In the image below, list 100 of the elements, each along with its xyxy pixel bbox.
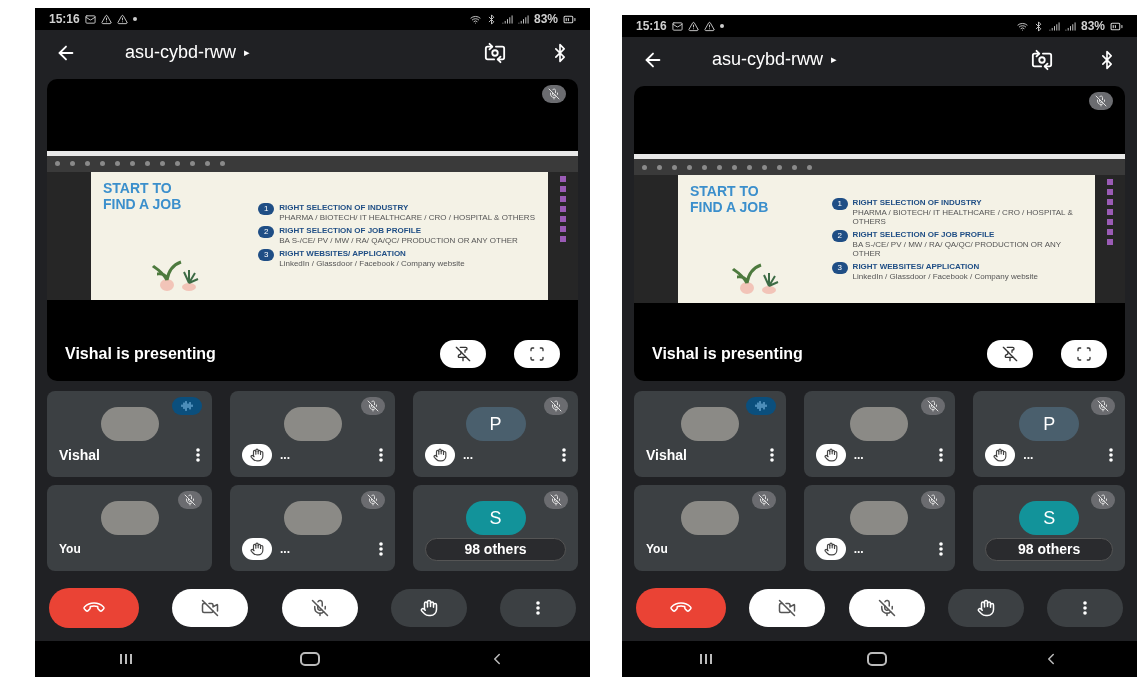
more-options-icon[interactable] (379, 448, 383, 462)
home-icon[interactable] (867, 652, 888, 666)
participant-name: You (59, 541, 82, 558)
end-call-button[interactable] (636, 588, 726, 628)
warning-icon (100, 13, 112, 25)
camera-off-icon (201, 599, 220, 617)
mic-off-icon (927, 400, 940, 412)
fullscreen-button[interactable] (1061, 340, 1107, 368)
switch-camera-icon[interactable] (1031, 48, 1053, 71)
home-icon[interactable] (300, 652, 321, 666)
fullscreen-icon (529, 346, 545, 362)
more-options-icon[interactable] (379, 542, 383, 556)
recent-apps-icon[interactable] (699, 652, 714, 666)
more-options-icon[interactable] (536, 601, 540, 615)
mic-off-icon (1095, 95, 1107, 107)
letter-avatar: S (1019, 501, 1080, 535)
mic-off-icon (1097, 400, 1109, 412)
avatar-photo-placeholder (100, 501, 159, 535)
step-detail: LinkedIn / Glassdoor / Facebook / Company website (279, 259, 465, 268)
step-detail: LinkedIn / Glassdoor / Facebook / Company website (852, 271, 1039, 281)
hand-icon (250, 448, 264, 462)
end-call-button[interactable] (49, 588, 139, 628)
presenter-label: Vishal is presenting (652, 344, 804, 364)
signal-icon (1064, 20, 1076, 32)
mic-off-icon (550, 494, 562, 506)
letter-avatar: P (1019, 407, 1080, 441)
step-detail: PHARMA / BIOTECH/ IT HEALTHCARE / CRO / HOSPITAL & OTHERS (279, 213, 535, 222)
raise-hand-button[interactable] (947, 589, 1024, 627)
camera-toggle-button[interactable] (749, 589, 826, 627)
signal-icon (517, 13, 529, 25)
slide-title: START TO FIND A JOB (103, 179, 183, 212)
hand-icon (993, 448, 1008, 462)
step-heading: RIGHT SELECTION OF INDUSTRY (279, 203, 410, 213)
signal-icon (501, 13, 513, 25)
participant-name: ... (853, 541, 865, 558)
mic-off-icon (367, 494, 379, 506)
others-count: 98 others (425, 537, 566, 561)
more-options-icon[interactable] (769, 448, 774, 462)
status-time: 15:16 (636, 18, 667, 35)
more-options-icon[interactable] (939, 448, 944, 462)
battery-percent: 83% (533, 11, 558, 28)
avatar-photo-placeholder (680, 501, 739, 535)
warning-icon (703, 20, 715, 32)
audio-bars-icon (754, 400, 767, 412)
fullscreen-button[interactable] (514, 340, 560, 368)
signal-icon (1048, 20, 1060, 32)
step-number: 2 (258, 226, 275, 238)
participant-name: ... (853, 447, 865, 464)
letter-avatar: P (465, 407, 526, 441)
participant-name: ... (280, 541, 291, 558)
avatar-photo-placeholder (283, 501, 342, 535)
more-options-icon[interactable] (1083, 601, 1087, 615)
step-detail: PHARMA / BIOTECH/ IT HEALTHCARE / CRO / HOSPITAL & OTHERS (852, 207, 1074, 226)
step-number: 1 (831, 197, 848, 210)
mic-off-icon (1097, 494, 1109, 506)
step-number: 2 (831, 229, 848, 242)
avatar-photo-placeholder (850, 501, 909, 535)
pin-off-icon (1002, 346, 1018, 362)
participant-name: Vishal (59, 445, 101, 465)
raise-hand-button[interactable] (390, 589, 467, 627)
mic-off-icon (927, 494, 940, 506)
step-number: 3 (258, 249, 275, 261)
avatar-photo-placeholder (680, 407, 739, 441)
avatar-photo-placeholder (283, 407, 342, 441)
avatar-photo-placeholder (850, 407, 909, 441)
mic-off-icon (184, 494, 196, 506)
participant-name: ... (280, 447, 291, 464)
mail-icon (671, 20, 683, 32)
switch-camera-icon[interactable] (484, 41, 506, 64)
audio-bars-icon (181, 400, 193, 412)
participant-name: ... (1023, 447, 1035, 464)
step-detail: BA S-/CE/ PV / MW / RA/ QA/QC/ PRODUCTION OR ANY OTHER (852, 239, 1062, 258)
hand-icon (433, 448, 447, 462)
participant-name: Vishal (646, 445, 688, 465)
participant-name: You (646, 541, 669, 558)
more-options-icon[interactable] (939, 542, 944, 556)
avatar-photo-placeholder (100, 407, 159, 441)
warning-icon (687, 20, 699, 32)
step-number: 1 (258, 203, 275, 215)
step-heading: RIGHT SELECTION OF JOB PROFILE (279, 226, 422, 236)
mic-off-icon (550, 400, 562, 412)
hand-icon (823, 542, 838, 556)
mic-toggle-button[interactable] (281, 589, 358, 627)
mic-off-icon (877, 599, 896, 617)
camera-toggle-button[interactable] (172, 589, 249, 627)
unpin-button[interactable] (987, 340, 1033, 368)
caret-icon: ▸ (831, 51, 838, 68)
unpin-button[interactable] (440, 340, 486, 368)
fullscreen-icon (1076, 346, 1092, 362)
caret-icon: ▸ (244, 44, 251, 61)
more-options-icon[interactable] (1109, 448, 1113, 462)
more-options-icon[interactable] (196, 448, 200, 462)
others-count: 98 others (985, 537, 1113, 561)
step-heading: RIGHT WEBSITES/ APPLICATION (279, 249, 407, 259)
mic-off-icon (757, 494, 770, 506)
mic-toggle-button[interactable] (848, 589, 925, 627)
recent-apps-icon[interactable] (118, 652, 133, 666)
meeting-code: asu-cybd-rww (125, 41, 237, 64)
hand-icon (976, 599, 995, 617)
more-options-icon[interactable] (562, 448, 566, 462)
